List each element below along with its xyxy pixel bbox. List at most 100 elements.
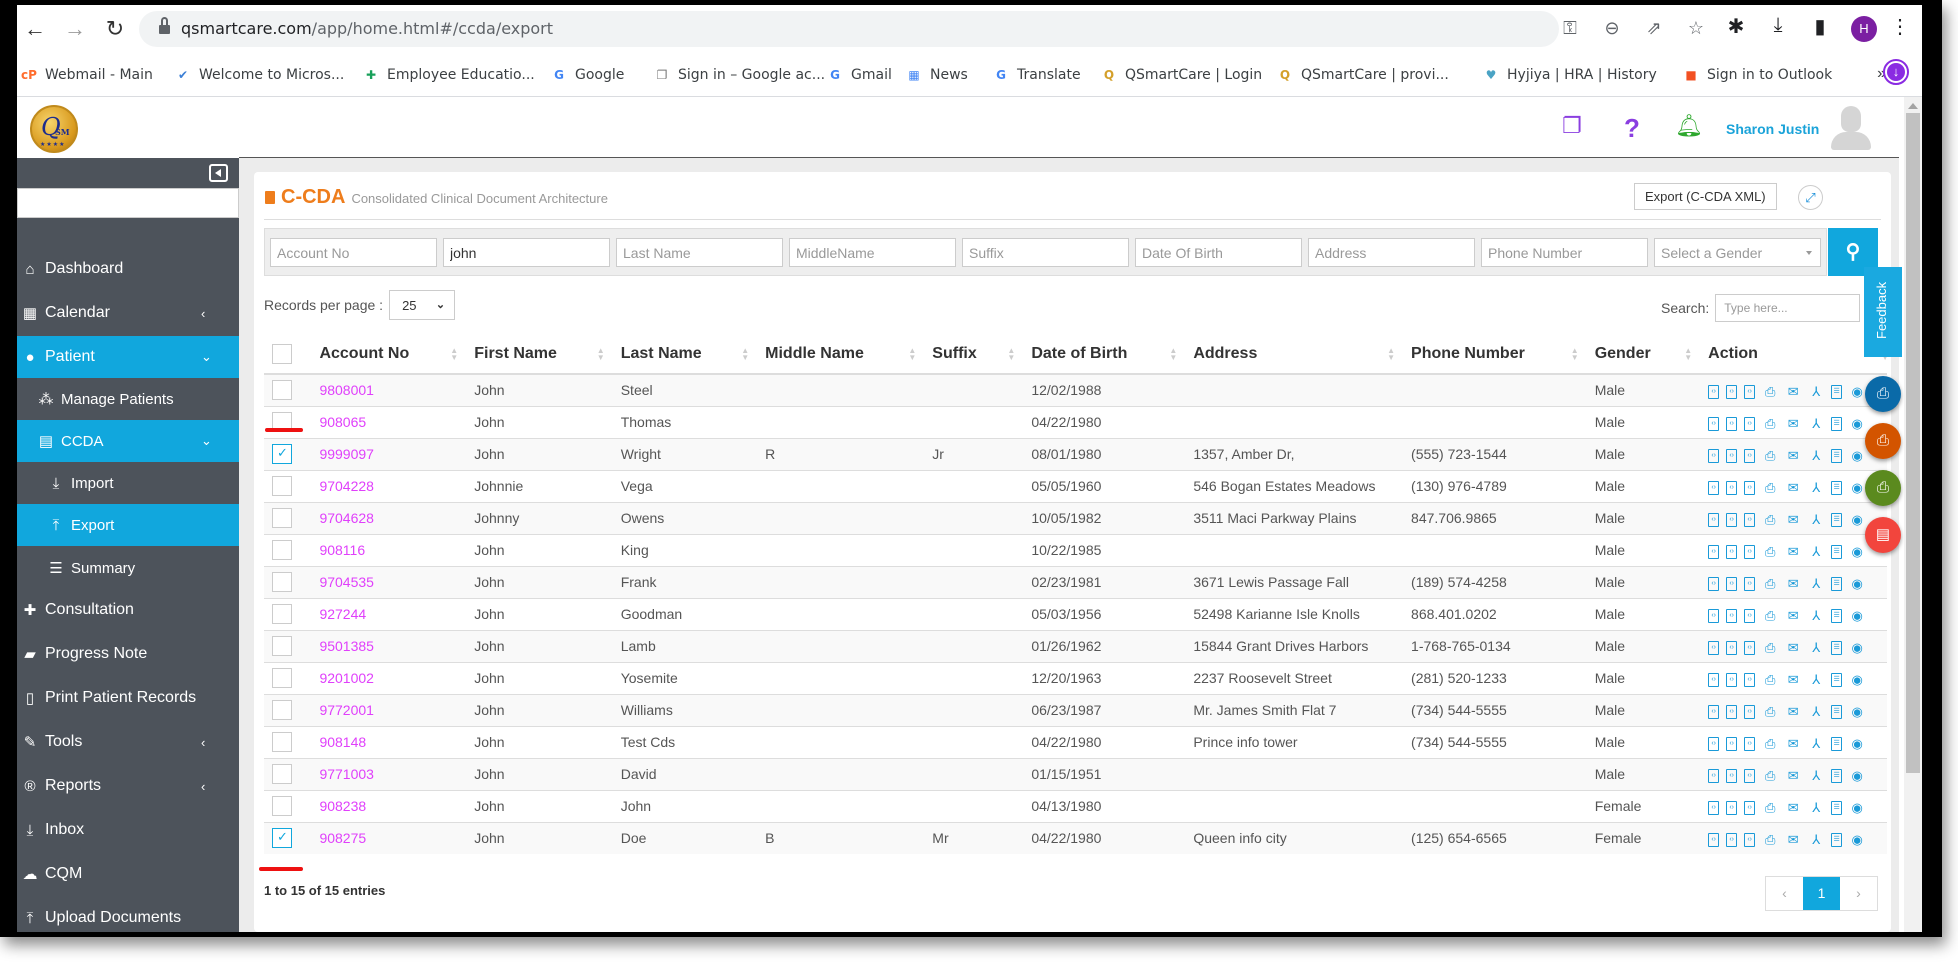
column-header-gender[interactable]: Gender ▲ ▼ [1586, 334, 1701, 375]
sidebar-item-manage-patients[interactable]: ⁂ Manage Patients [17, 378, 239, 420]
bookmark-item[interactable]: Q QSmartCare | provi... [1277, 64, 1449, 86]
account-no-link[interactable]: 908275 [311, 821, 467, 854]
file-code-icon[interactable]: ‹› [1726, 481, 1738, 495]
account-no-link[interactable]: 9771003 [311, 757, 467, 790]
sidebar-item-dashboard[interactable]: ⌂ Dashboard [17, 248, 239, 290]
row-checkbox[interactable] [272, 668, 292, 688]
account-no-link[interactable]: 908065 [311, 405, 467, 438]
envelope-icon[interactable]: ✉ [1785, 544, 1801, 560]
envelope-icon[interactable]: ✉ [1785, 672, 1801, 688]
row-checkbox[interactable] [272, 636, 292, 656]
records-per-page-select[interactable]: 25 ⌄ [389, 290, 456, 320]
file-text-icon[interactable]: ☰ [1831, 545, 1843, 559]
last-name-filter[interactable] [616, 238, 783, 267]
print-icon[interactable]: ⎙ [1762, 832, 1778, 848]
sort-icon[interactable]: ▲▼ [1387, 347, 1395, 362]
row-checkbox[interactable] [272, 444, 292, 464]
print-icon[interactable]: ⎙ [1762, 544, 1778, 560]
column-header-phone-number[interactable]: Phone Number ▲ ▼ [1403, 334, 1587, 375]
sidebar-item-reports[interactable]: ® Reports ‹ [17, 765, 239, 807]
account-no-link[interactable]: 9201002 [311, 661, 467, 694]
row-checkbox[interactable] [272, 508, 292, 528]
file-code-icon[interactable]: ‹› [1726, 513, 1738, 527]
row-checkbox[interactable] [272, 476, 292, 496]
envelope-icon[interactable]: ✉ [1785, 448, 1801, 464]
file-code-icon[interactable]: ‹› [1744, 449, 1756, 463]
sidebar-item-cqm[interactable]: ☁ CQM [17, 853, 239, 895]
file-code-icon[interactable]: ‹› [1708, 513, 1720, 527]
envelope-icon[interactable]: ✉ [1785, 416, 1801, 432]
file-code-icon[interactable]: ‹› [1708, 417, 1720, 431]
file-code-icon[interactable]: ‹› [1708, 609, 1720, 623]
bookmark-item[interactable]: ■ Sign in to Outlook [1683, 64, 1832, 86]
file-text-icon[interactable]: ☰ [1831, 449, 1843, 463]
eye-icon[interactable]: ◉ [1849, 480, 1865, 496]
pdf-icon[interactable]: ⅄ [1808, 736, 1824, 752]
sidebar-item-inbox[interactable]: ⤓ Inbox [17, 809, 239, 851]
file-text-icon[interactable]: ☰ [1831, 513, 1843, 527]
sidebar-item-progress-note[interactable]: ▰ Progress Note [17, 633, 239, 675]
eye-icon[interactable]: ◉ [1849, 448, 1865, 464]
file-code-icon[interactable]: ‹› [1744, 545, 1756, 559]
sidebar-search-input[interactable] [17, 188, 239, 218]
print-icon[interactable]: ⎙ [1762, 768, 1778, 784]
file-text-icon[interactable]: ☰ [1831, 609, 1843, 623]
sidebar-item-calendar[interactable]: ▦ Calendar ‹ [17, 292, 239, 334]
file-code-icon[interactable]: ‹› [1708, 705, 1720, 719]
print-green-button[interactable]: ⎙ [1865, 470, 1901, 506]
print-icon[interactable]: ⎙ [1762, 704, 1778, 720]
first-name-filter[interactable] [443, 238, 610, 267]
row-checkbox[interactable] [272, 540, 292, 560]
scroll-up-arrow[interactable] [1908, 103, 1918, 109]
file-text-icon[interactable]: ☰ [1831, 833, 1843, 848]
sort-icon[interactable]: ▲▼ [1684, 347, 1692, 362]
account-no-link[interactable]: 908238 [311, 789, 467, 822]
phone-filter[interactable] [1481, 238, 1648, 267]
account-no-link[interactable]: 908116 [311, 533, 467, 566]
file-text-icon[interactable]: ☰ [1831, 769, 1843, 783]
file-code-icon[interactable]: ‹› [1726, 385, 1738, 400]
file-code-icon[interactable]: ‹› [1726, 417, 1738, 431]
file-code-icon[interactable]: ‹› [1744, 705, 1756, 719]
account-no-filter[interactable] [270, 238, 437, 267]
column-header-last-name[interactable]: Last Name ▲ ▼ [612, 334, 758, 375]
file-code-icon[interactable]: ‹› [1744, 417, 1756, 431]
eye-icon[interactable]: ◉ [1849, 544, 1865, 560]
envelope-icon[interactable]: ✉ [1785, 640, 1801, 656]
file-code-icon[interactable]: ‹› [1744, 609, 1756, 623]
pdf-icon[interactable]: ⅄ [1808, 416, 1824, 432]
envelope-icon[interactable]: ✉ [1785, 384, 1801, 400]
file-code-icon[interactable]: ‹› [1744, 577, 1756, 591]
pagination-page-1[interactable]: 1 [1803, 877, 1840, 910]
file-code-icon[interactable]: ‹› [1726, 769, 1738, 783]
sidebar-item-print-patient-records[interactable]: ▯ Print Patient Records [17, 677, 239, 719]
account-no-link[interactable]: 927244 [311, 597, 467, 630]
extensions-icon[interactable]: ✱ [1723, 14, 1749, 39]
profile-avatar[interactable]: H [1851, 16, 1877, 42]
file-code-icon[interactable]: ‹› [1744, 385, 1756, 400]
bookmark-item[interactable]: ✔ Welcome to Micros... [175, 64, 344, 86]
file-text-icon[interactable]: ☰ [1831, 737, 1843, 751]
print-icon[interactable]: ⎙ [1762, 736, 1778, 752]
file-code-icon[interactable]: ‹› [1744, 513, 1756, 527]
page-scrollbar[interactable] [1904, 97, 1922, 932]
print-icon[interactable]: ⎙ [1762, 576, 1778, 592]
account-no-link[interactable]: 9772001 [311, 693, 467, 726]
file-code-icon[interactable]: ‹› [1726, 737, 1738, 751]
envelope-icon[interactable]: ✉ [1785, 768, 1801, 784]
eye-icon[interactable]: ◉ [1849, 736, 1865, 752]
middle-name-filter[interactable] [789, 238, 956, 267]
account-no-link[interactable]: 9808001 [311, 373, 467, 406]
key-icon[interactable]: ⚿ [1559, 18, 1581, 39]
envelope-icon[interactable]: ✉ [1785, 736, 1801, 752]
file-text-icon[interactable]: ☰ [1831, 705, 1843, 719]
eye-icon[interactable]: ◉ [1849, 768, 1865, 784]
table-search-input[interactable] [1715, 294, 1861, 322]
envelope-icon[interactable]: ✉ [1785, 512, 1801, 528]
account-no-link[interactable]: 9704628 [311, 501, 467, 534]
print-blue-button[interactable]: ⎙ [1865, 376, 1901, 412]
star-icon[interactable]: ☆ [1685, 18, 1707, 39]
file-code-icon[interactable]: ‹› [1726, 801, 1738, 815]
file-text-icon[interactable]: ☰ [1831, 641, 1843, 655]
reload-button[interactable]: ↻ [101, 15, 129, 43]
